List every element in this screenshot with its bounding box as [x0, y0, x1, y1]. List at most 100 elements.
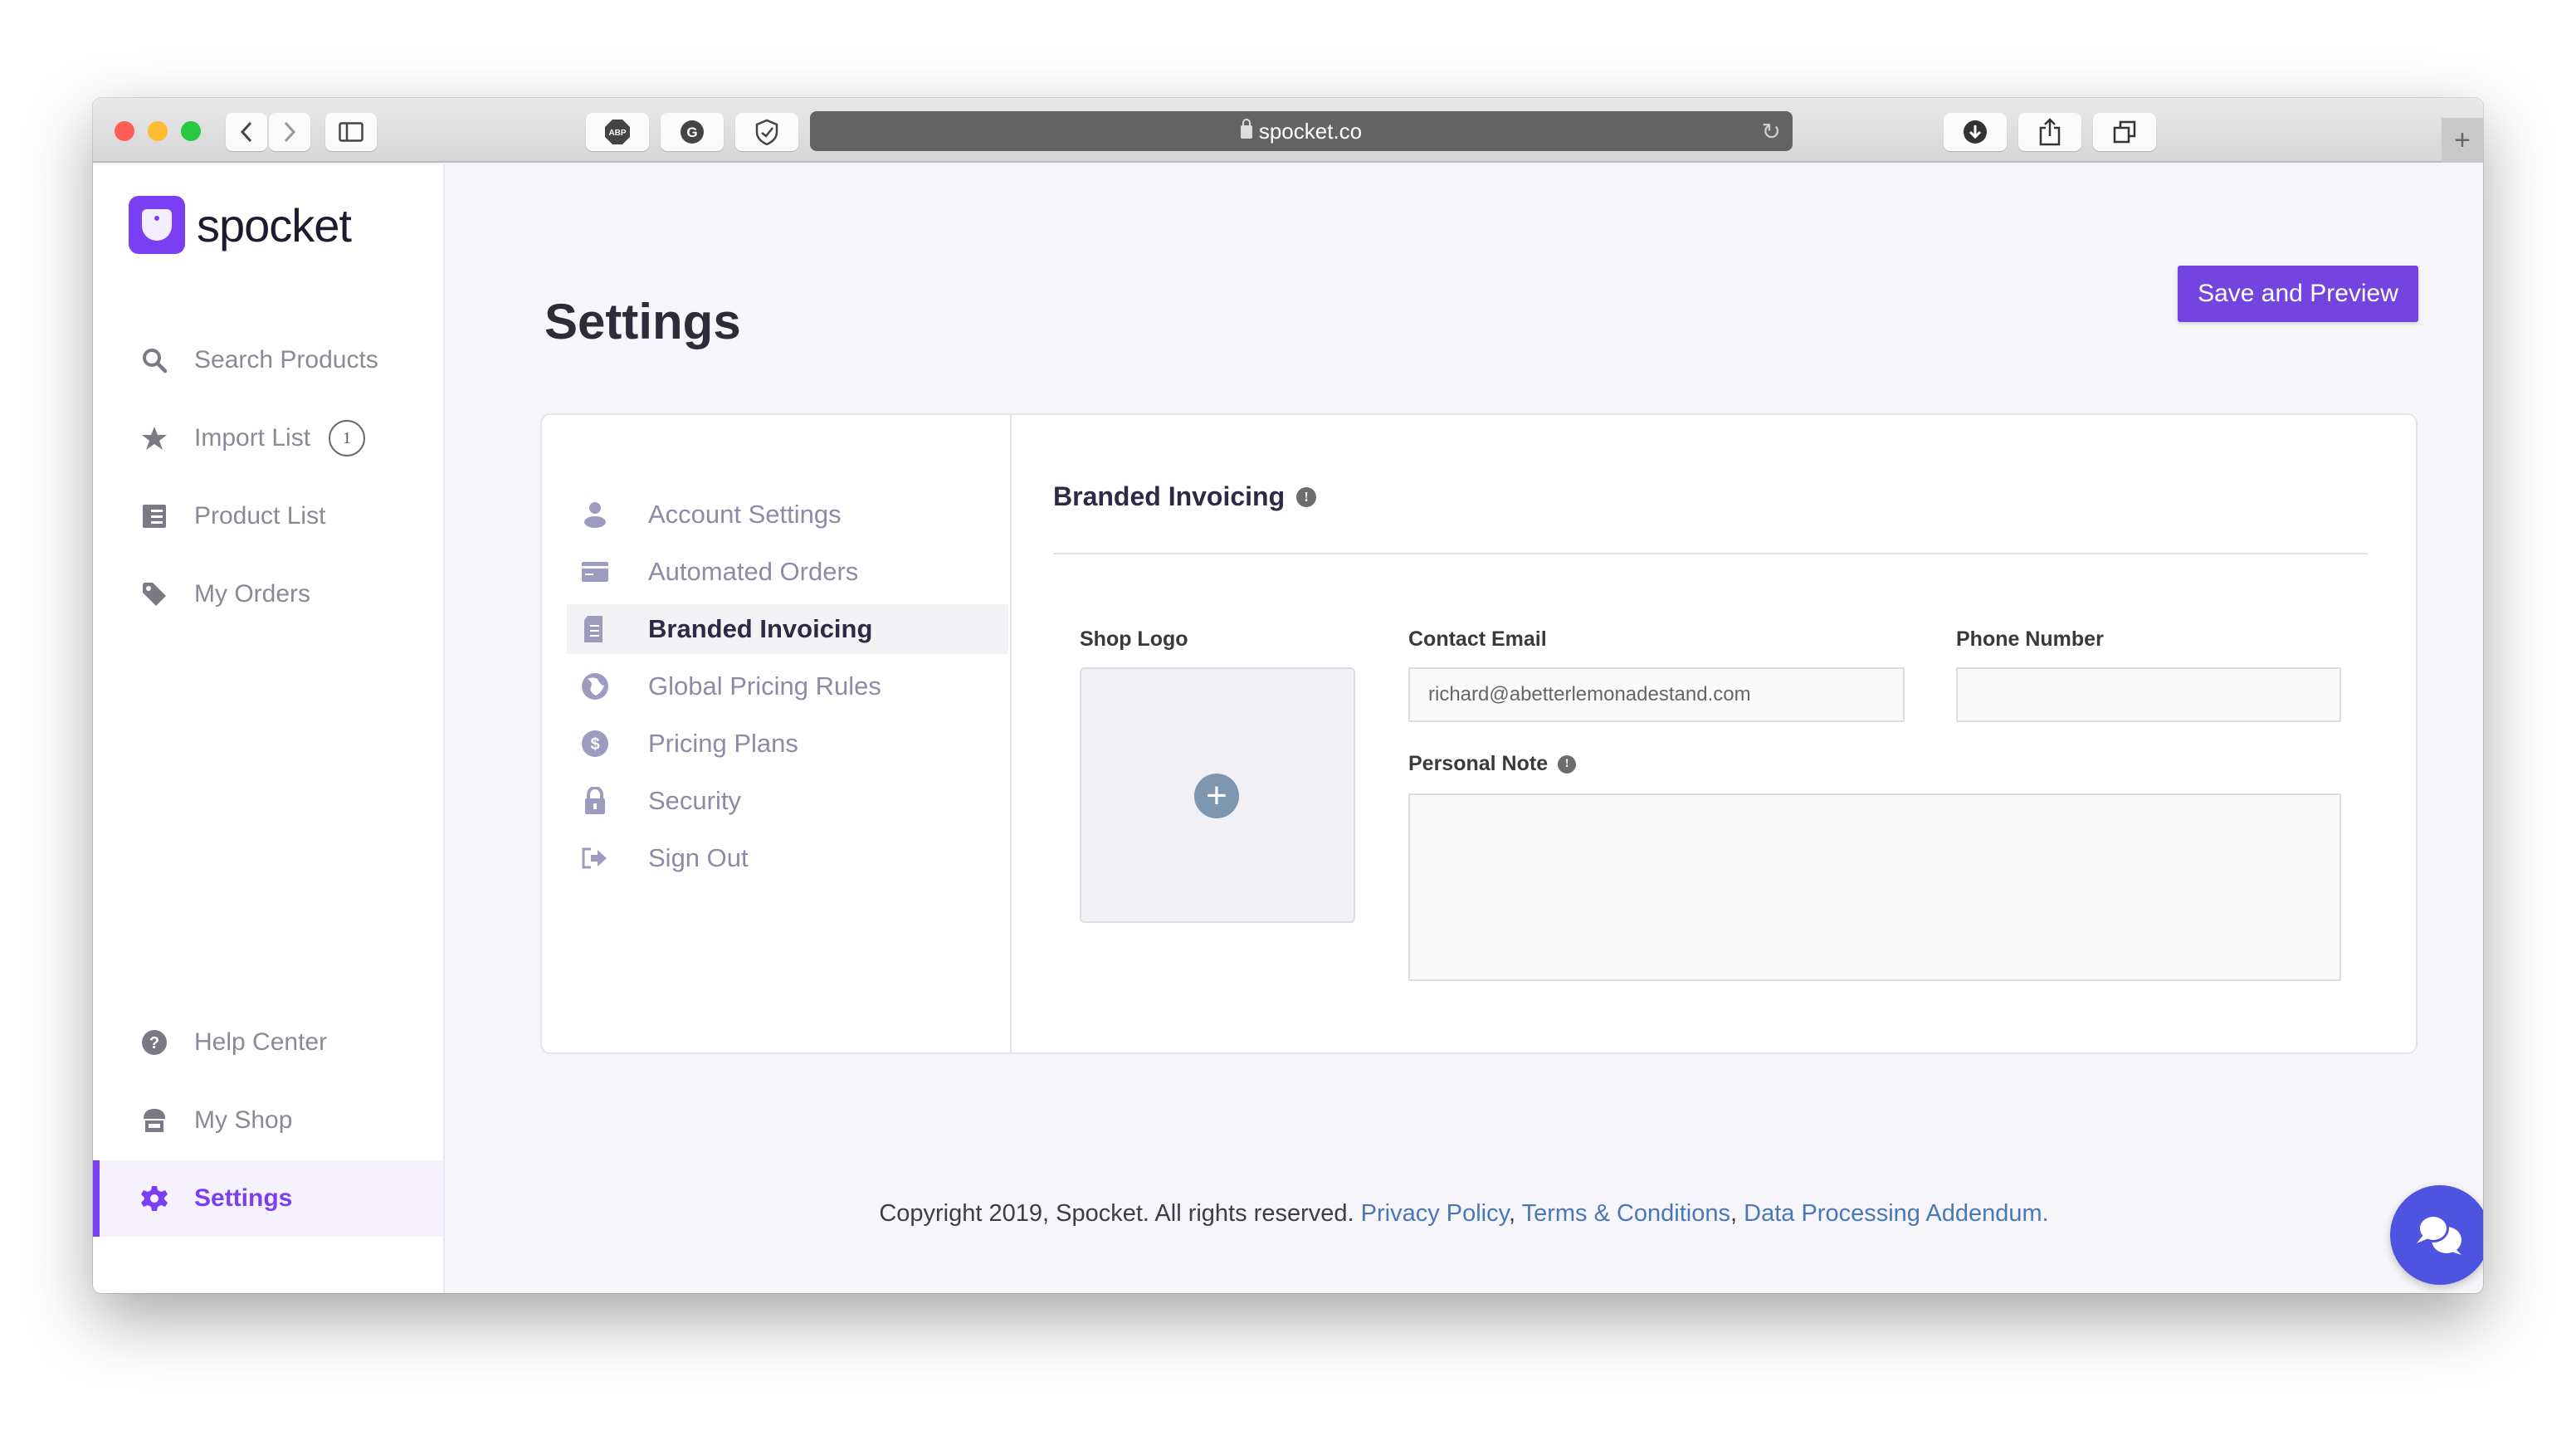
add-icon[interactable]: + [1194, 774, 1239, 818]
phone-number-input[interactable] [1956, 667, 2341, 722]
contact-email-label: Contact Email [1408, 627, 1547, 651]
sidebar-item-search-products[interactable]: Search Products [93, 322, 443, 398]
browser-toolbar: ABP G spocket.co ↻ + [93, 98, 2483, 163]
settings-nav-security[interactable]: Security [567, 776, 1008, 826]
panel-title-text: Branded Invoicing [1053, 481, 1286, 511]
settings-nav-global-pricing-rules[interactable]: Global Pricing Rules [567, 661, 1008, 711]
separator: , [1508, 1200, 1522, 1227]
minimize-window-button[interactable] [148, 121, 168, 141]
panel-divider [1053, 553, 2368, 554]
sidebar-item-label: Settings [194, 1184, 293, 1212]
sidebar-item-label: My Orders [194, 580, 311, 608]
sidebar-item-help-center[interactable]: ? Help Center [93, 1004, 443, 1081]
help-icon: ? [139, 1028, 169, 1057]
sidebar-item-label: Product List [194, 502, 326, 530]
sidebar: spocket Search Products Import List 1 Pr… [93, 164, 445, 1293]
star-icon [139, 423, 169, 453]
save-and-preview-button[interactable]: Save and Preview [2178, 266, 2418, 322]
svg-text:G: G [686, 124, 697, 140]
url-text: spocket.co [1258, 118, 1363, 144]
tabs-overview-button[interactable] [2093, 113, 2156, 151]
dollar-icon: $ [578, 727, 612, 760]
settings-card: Account Settings Automated Orders Brande… [540, 413, 2417, 1054]
separator: , [1730, 1200, 1744, 1227]
settings-nav-label: Pricing Plans [648, 729, 798, 758]
user-icon [578, 498, 612, 531]
settings-nav-account-settings[interactable]: Account Settings [567, 490, 1008, 539]
sign-out-icon [578, 842, 612, 875]
new-tab-button[interactable]: + [2442, 118, 2483, 163]
sidebar-item-label: Help Center [194, 1028, 328, 1056]
sidebar-item-import-list[interactable]: Import List 1 [93, 400, 443, 476]
share-icon [2039, 118, 2061, 146]
settings-nav-label: Automated Orders [648, 557, 859, 586]
credit-card-icon [578, 555, 612, 588]
grammarly-extension-button[interactable]: G [661, 113, 724, 151]
sidebar-item-label: My Shop [194, 1106, 293, 1134]
close-window-button[interactable] [115, 121, 134, 141]
reload-icon[interactable]: ↻ [1762, 118, 1781, 145]
lock-icon [1240, 119, 1252, 139]
shop-logo-upload[interactable]: + [1080, 667, 1355, 923]
terms-link[interactable]: Terms & Conditions [1522, 1200, 1730, 1227]
plus-icon: + [2454, 124, 2471, 156]
share-button[interactable] [2018, 113, 2081, 151]
panel-title: Branded Invoicing ! [1053, 481, 1317, 512]
personal-note-label: Personal Note ! [1408, 752, 1577, 776]
list-icon [139, 501, 169, 531]
contact-email-input[interactable] [1408, 667, 1905, 722]
sidebar-item-my-shop[interactable]: My Shop [93, 1082, 443, 1159]
data-processing-addendum-link[interactable]: Data Processing Addendum [1744, 1200, 2042, 1227]
gear-icon [139, 1184, 169, 1213]
footer: Copyright 2019, Spocket. All rights rese… [445, 1200, 2483, 1228]
chat-button[interactable] [2390, 1185, 2483, 1285]
brand-name: spocket [197, 198, 352, 251]
search-icon [139, 345, 169, 375]
shield-extension-button[interactable] [735, 113, 798, 151]
info-icon[interactable]: ! [1296, 486, 1317, 507]
settings-nav-label: Account Settings [648, 500, 842, 529]
sidebar-item-my-orders[interactable]: My Orders [93, 556, 443, 632]
shield-extension-icon [755, 119, 778, 145]
browser-window: ABP G spocket.co ↻ + spocket Search Prod… [93, 98, 2483, 1293]
settings-nav-label: Global Pricing Rules [648, 671, 881, 701]
info-icon[interactable]: ! [1558, 754, 1577, 774]
back-button[interactable] [226, 113, 267, 151]
personal-note-label-text: Personal Note [1408, 752, 1549, 775]
lock-icon [578, 784, 612, 818]
settings-nav-label: Security [648, 786, 741, 815]
document-icon [578, 613, 612, 646]
settings-nav-label: Branded Invoicing [648, 614, 873, 643]
chat-bubbles-icon [2417, 1214, 2461, 1255]
svg-text:$: $ [590, 735, 599, 754]
abp-icon: ABP [605, 120, 630, 144]
settings-nav-pricing-plans[interactable]: $ Pricing Plans [567, 719, 1008, 769]
sidebar-toggle-button[interactable] [325, 113, 377, 151]
abp-extension-button[interactable]: ABP [586, 113, 649, 151]
settings-nav-branded-invoicing[interactable]: Branded Invoicing [567, 604, 1008, 654]
phone-number-label: Phone Number [1956, 627, 2104, 651]
sidebar-item-settings[interactable]: Settings [93, 1160, 443, 1237]
privacy-policy-link[interactable]: Privacy Policy [1361, 1200, 1509, 1227]
svg-text:?: ? [149, 1034, 159, 1052]
shop-icon [139, 1106, 169, 1135]
trailing-period: . [2042, 1200, 2049, 1227]
grammarly-icon: G [681, 120, 704, 144]
globe-icon [578, 670, 612, 703]
address-bar[interactable]: spocket.co ↻ [810, 111, 1793, 151]
logo[interactable]: spocket [129, 196, 352, 254]
sidebar-item-product-list[interactable]: Product List [93, 478, 443, 554]
spocket-logo-icon [129, 196, 185, 254]
chevron-left-icon [240, 121, 252, 143]
settings-nav-automated-orders[interactable]: Automated Orders [567, 547, 1008, 597]
svg-text:ABP: ABP [608, 129, 626, 138]
sidebar-item-label: Search Products [194, 346, 378, 373]
forward-button[interactable] [269, 113, 310, 151]
maximize-window-button[interactable] [181, 121, 201, 141]
personal-note-textarea[interactable] [1408, 793, 2341, 981]
download-icon [1964, 120, 1987, 144]
sidebar-icon [339, 122, 363, 142]
shop-logo-label: Shop Logo [1080, 627, 1188, 651]
downloads-button[interactable] [1944, 113, 2007, 151]
settings-nav-sign-out[interactable]: Sign Out [567, 833, 1008, 883]
